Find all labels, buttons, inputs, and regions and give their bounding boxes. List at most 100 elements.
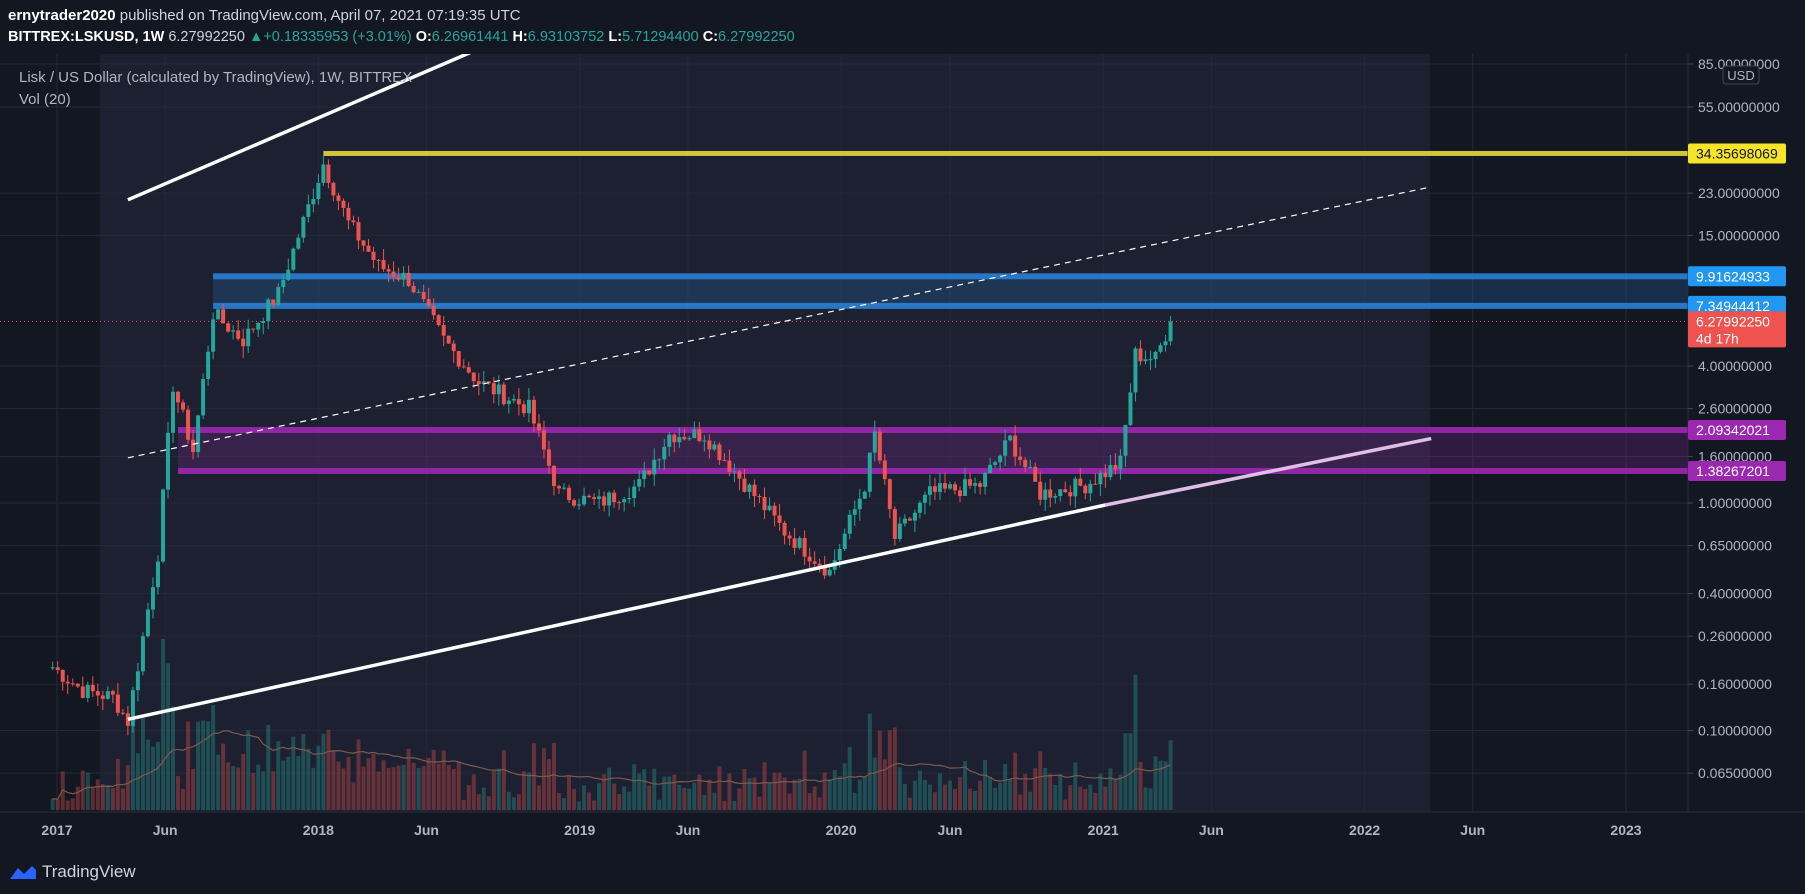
- candle-body: [376, 259, 381, 261]
- volume-bar: [171, 706, 176, 810]
- candle-body: [186, 409, 191, 440]
- candle-body: [617, 502, 622, 504]
- time-axis[interactable]: 2017 Jun 2018 Jun 2019 Jun 2020 Jun 2021 Jun 2022 J…: [41, 822, 1641, 838]
- candle-body: [386, 269, 391, 272]
- volume-bar: [456, 761, 461, 810]
- candle-body: [1148, 359, 1153, 361]
- x-tick-label: 2018: [303, 822, 334, 838]
- candle-body: [802, 538, 807, 557]
- volume-bar: [912, 780, 917, 810]
- volume-bar: [1123, 733, 1128, 810]
- candle-body: [947, 484, 952, 489]
- volume-bar: [466, 785, 471, 810]
- candle-body: [356, 222, 361, 241]
- x-tick-label: 2019: [564, 822, 595, 838]
- volume-bar: [717, 766, 722, 810]
- price-chart[interactable]: Lisk / US Dollar (calculated by TradingV…: [0, 54, 1805, 840]
- volume-bar: [852, 792, 857, 810]
- candle-body: [837, 548, 842, 561]
- volume-bar: [1043, 767, 1048, 810]
- y-tick-label: 1.00000000: [1698, 495, 1772, 511]
- volume-bar: [1058, 774, 1063, 810]
- volume-bar: [582, 785, 587, 810]
- blue-zone: [213, 276, 1688, 306]
- candle-body: [847, 514, 852, 534]
- candle-body: [1048, 489, 1053, 498]
- volume-bar: [797, 778, 802, 810]
- volume-bar: [973, 790, 978, 810]
- volume-bar: [978, 780, 983, 810]
- volume-bar: [612, 783, 617, 810]
- close-value: 6.27992250: [718, 29, 795, 45]
- volume-bar: [471, 774, 476, 810]
- candle-body: [50, 667, 55, 669]
- symbol-label: BITTREX:LSKUSD, 1W: [8, 29, 165, 45]
- y-tick-label: 15.00000000: [1698, 227, 1780, 243]
- candle-body: [110, 691, 115, 695]
- volume-bar: [221, 743, 226, 810]
- price-level-label: 9.91624933: [1696, 268, 1770, 284]
- candle-body: [150, 587, 155, 610]
- volume-bar: [587, 792, 592, 810]
- candle-body: [1043, 489, 1048, 500]
- candle-body: [677, 437, 682, 443]
- candle-body: [456, 351, 461, 367]
- high-value: 6.93103752: [527, 29, 605, 45]
- candle-body: [541, 430, 546, 450]
- tradingview-logo[interactable]: TradingView: [8, 862, 136, 882]
- x-tick-label: 2020: [826, 822, 857, 838]
- author-name[interactable]: ernytrader2020: [8, 7, 116, 24]
- candle-body: [752, 484, 757, 497]
- currency-badge: USD: [1722, 65, 1760, 85]
- candle-body: [511, 399, 516, 401]
- volume-bar: [1008, 778, 1013, 810]
- candle-body: [582, 495, 587, 505]
- candle-body: [897, 523, 902, 539]
- candle-body: [1083, 485, 1088, 494]
- tradingview-cloud-icon: [10, 866, 36, 879]
- candle-body: [792, 538, 797, 548]
- publish-info: ernytrader2020 published on TradingView.…: [8, 7, 521, 24]
- open-label: O:: [415, 29, 432, 45]
- volume-bar: [1053, 784, 1058, 810]
- candle-body: [747, 484, 752, 492]
- volume-bar: [436, 763, 441, 810]
- volume-bar: [942, 784, 947, 810]
- candle-body: [612, 492, 617, 503]
- volume-bar: [421, 766, 426, 810]
- volume-bar: [737, 788, 742, 810]
- volume-bar: [1078, 786, 1083, 810]
- volume-bar: [160, 638, 165, 810]
- x-tick-label: 2017: [41, 822, 72, 838]
- candle-body: [506, 400, 511, 405]
- candle-body: [521, 404, 526, 414]
- volume-bar: [491, 770, 496, 810]
- candle-body: [978, 483, 983, 487]
- volume-bar: [556, 792, 561, 810]
- candle-body: [1073, 478, 1078, 497]
- volume-bar: [1148, 788, 1153, 810]
- volume-bar: [476, 794, 481, 810]
- candle-body: [993, 462, 998, 465]
- volume-bar: [181, 788, 186, 810]
- candle-body: [306, 204, 311, 217]
- candle-body: [712, 444, 717, 450]
- candle-body: [767, 505, 772, 511]
- volume-bar: [857, 779, 862, 810]
- volume-bar: [286, 756, 291, 810]
- candle-body: [953, 484, 958, 491]
- volume-bar: [196, 721, 201, 810]
- candle-body: [587, 495, 592, 498]
- volume-bar: [1048, 774, 1053, 810]
- candle-body: [1138, 348, 1143, 362]
- volume-bar: [572, 788, 577, 810]
- candle-body: [526, 399, 531, 414]
- candle-body: [597, 496, 602, 499]
- candle-body: [902, 518, 907, 524]
- candle-body: [396, 276, 401, 280]
- candle-body: [567, 487, 572, 501]
- candle-body: [321, 164, 326, 184]
- volume-bar: [642, 769, 647, 810]
- candle-body: [717, 444, 722, 461]
- open-value: 6.26961441: [431, 29, 509, 45]
